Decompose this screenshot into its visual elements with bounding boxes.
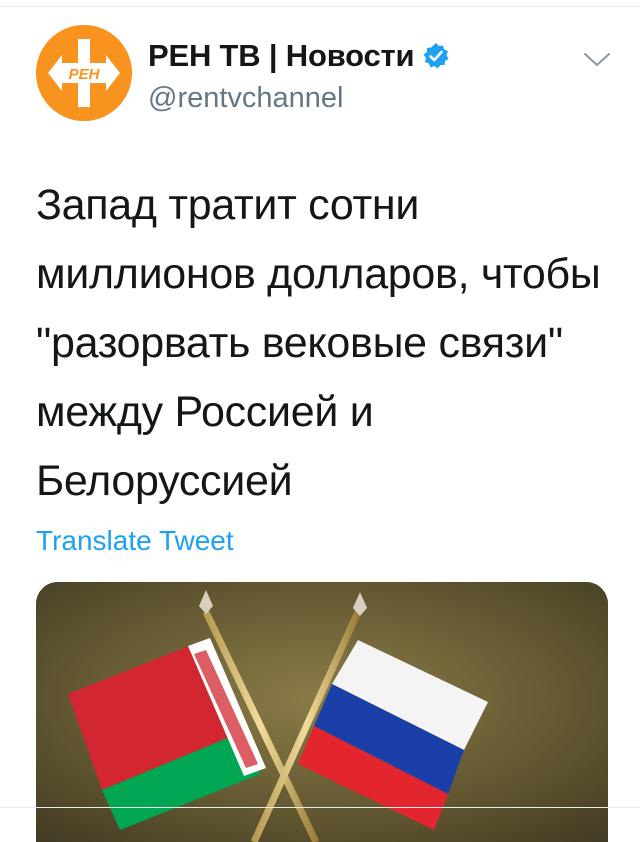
flags-image xyxy=(36,582,608,842)
display-name[interactable]: РЕН ТВ | Новости xyxy=(148,36,415,76)
bottom-divider xyxy=(0,807,640,808)
translate-tweet-link[interactable]: Translate Tweet xyxy=(36,523,234,559)
ren-tv-logo: РЕН xyxy=(36,25,132,121)
account-handle[interactable]: @rentvchannel xyxy=(148,80,344,116)
chevron-down-icon[interactable] xyxy=(582,50,612,70)
logo-text: РЕН xyxy=(69,66,101,83)
verified-icon xyxy=(422,42,450,70)
tweet-text: Запад тратит сотни миллионов долларов, ч… xyxy=(36,181,601,505)
account-name-row[interactable]: РЕН ТВ | Новости xyxy=(148,36,450,76)
tweet-media[interactable] xyxy=(36,582,608,842)
top-divider xyxy=(0,0,640,7)
avatar[interactable]: РЕН xyxy=(36,25,132,121)
